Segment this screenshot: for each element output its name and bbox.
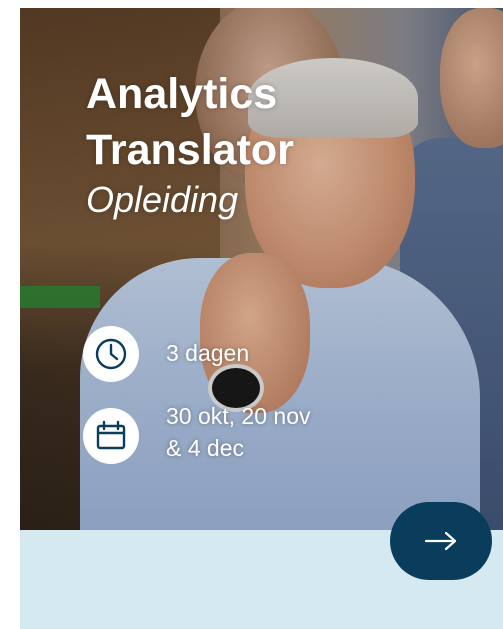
course-title-line-1: Analytics (86, 70, 278, 118)
course-title-line-2: Translator (86, 126, 294, 174)
course-title: Analytics Translator (86, 66, 294, 178)
course-card[interactable]: Analytics Translator Opleiding 3 dagen 3… (20, 8, 503, 629)
course-dates-line-1: 30 okt, 20 nov (166, 403, 311, 429)
open-course-button[interactable] (390, 502, 492, 580)
course-dates: 30 okt, 20 nov & 4 dec (166, 400, 366, 464)
course-duration: 3 dagen (166, 340, 250, 366)
course-subtitle: Opleiding (86, 179, 239, 220)
course-dates-line-2: & 4 dec (166, 435, 244, 461)
calendar-icon (83, 408, 139, 464)
clock-icon (83, 326, 139, 382)
arrow-right-icon (424, 531, 457, 551)
